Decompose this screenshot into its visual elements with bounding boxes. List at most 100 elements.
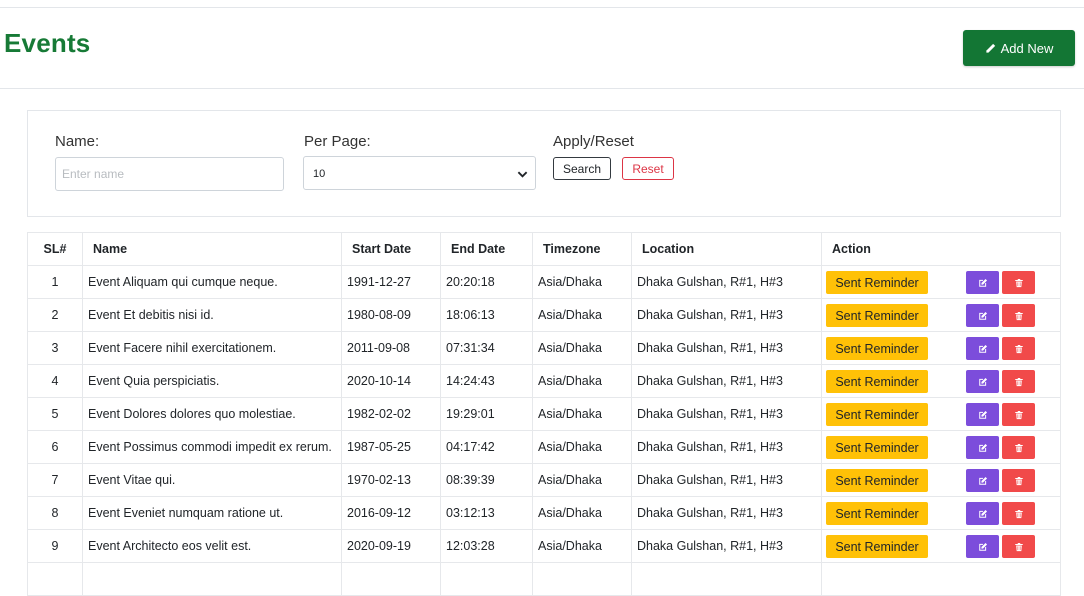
edit-button[interactable] <box>966 436 999 459</box>
cell-start-date: 1982-02-02 <box>341 397 441 431</box>
edit-button[interactable] <box>966 337 999 360</box>
sent-reminder-button[interactable]: Sent Reminder <box>826 436 928 459</box>
per-page-select[interactable]: 10 <box>303 156 536 190</box>
row-actions: Sent Reminder <box>826 366 1056 397</box>
cell-actions: Sent Reminder <box>821 529 1061 563</box>
cell-location: Dhaka Gulshan, R#1, H#3 <box>631 430 822 464</box>
cell-sl: 6 <box>27 430 83 464</box>
cell-name: Event Et debitis nisi id. <box>82 298 342 332</box>
sent-reminder-button[interactable]: Sent Reminder <box>826 403 928 426</box>
delete-button[interactable] <box>1002 370 1035 393</box>
search-button[interactable]: Search <box>553 157 611 180</box>
cell-start-date: 1980-08-09 <box>341 298 441 332</box>
trash-icon <box>1014 542 1023 551</box>
delete-button[interactable] <box>1002 337 1035 360</box>
delete-button[interactable] <box>1002 502 1035 525</box>
table-row: 4 Event Quia perspiciatis. 2020-10-14 14… <box>27 364 1061 398</box>
cell-end-date: 14:24:43 <box>440 364 533 398</box>
apply-reset-label: Apply/Reset <box>553 133 634 150</box>
edit-icon <box>978 344 987 353</box>
reset-button[interactable]: Reset <box>622 157 674 180</box>
sent-reminder-button[interactable]: Sent Reminder <box>826 502 928 525</box>
edit-button[interactable] <box>966 370 999 393</box>
row-actions: Sent Reminder <box>826 300 1056 331</box>
edit-button[interactable] <box>966 403 999 426</box>
cell-actions <box>821 562 1061 596</box>
table-row: 8 Event Eveniet numquam ratione ut. 2016… <box>27 496 1061 530</box>
cell-actions: Sent Reminder <box>821 298 1061 332</box>
trash-icon <box>1014 278 1023 287</box>
page-header: Events Add New <box>0 8 1084 89</box>
edit-icon <box>978 278 987 287</box>
cell-sl: 8 <box>27 496 83 530</box>
sent-reminder-button[interactable]: Sent Reminder <box>826 469 928 492</box>
cell-end-date: 20:20:18 <box>440 265 533 299</box>
trash-icon <box>1014 410 1023 419</box>
cell-location: Dhaka Gulshan, R#1, H#3 <box>631 529 822 563</box>
cell-start-date: 2011-09-08 <box>341 331 441 365</box>
sent-reminder-button[interactable]: Sent Reminder <box>826 271 928 294</box>
cell-sl: 3 <box>27 331 83 365</box>
cell-end-date <box>440 562 533 596</box>
sent-reminder-button[interactable]: Sent Reminder <box>826 535 928 558</box>
events-table: SL# Name Start Date End Date Timezone Lo… <box>27 232 1061 596</box>
sent-reminder-button[interactable]: Sent Reminder <box>826 304 928 327</box>
cell-name: Event Possimus commodi impedit ex rerum. <box>82 430 342 464</box>
cell-end-date: 12:03:28 <box>440 529 533 563</box>
sent-reminder-button[interactable]: Sent Reminder <box>826 370 928 393</box>
edit-button[interactable] <box>966 469 999 492</box>
edit-button[interactable] <box>966 304 999 327</box>
delete-button[interactable] <box>1002 436 1035 459</box>
column-header-timezone[interactable]: Timezone <box>532 232 632 266</box>
cell-name: Event Facere nihil exercitationem. <box>82 331 342 365</box>
edit-button[interactable] <box>966 502 999 525</box>
cell-end-date: 08:39:39 <box>440 463 533 497</box>
column-header-name[interactable]: Name <box>82 232 342 266</box>
per-page-value: 10 <box>313 168 326 180</box>
cell-timezone: Asia/Dhaka <box>532 265 632 299</box>
cell-timezone <box>532 562 632 596</box>
trash-icon <box>1014 443 1023 452</box>
name-search-input[interactable] <box>55 157 284 191</box>
edit-icon <box>978 542 987 551</box>
cell-start-date: 1991-12-27 <box>341 265 441 299</box>
filter-panel: Name: Per Page: 10 Apply/Reset Search Re… <box>27 110 1061 217</box>
edit-button[interactable] <box>966 535 999 558</box>
cell-location: Dhaka Gulshan, R#1, H#3 <box>631 298 822 332</box>
edit-button[interactable] <box>966 271 999 294</box>
cell-start-date <box>341 562 441 596</box>
table-row: 7 Event Vitae qui. 1970-02-13 08:39:39 A… <box>27 463 1061 497</box>
row-actions: Sent Reminder <box>826 267 1056 298</box>
cell-end-date: 18:06:13 <box>440 298 533 332</box>
cell-sl: 4 <box>27 364 83 398</box>
delete-button[interactable] <box>1002 304 1035 327</box>
column-header-sl[interactable]: SL# <box>27 232 83 266</box>
cell-timezone: Asia/Dhaka <box>532 463 632 497</box>
edit-icon <box>978 443 987 452</box>
cell-timezone: Asia/Dhaka <box>532 298 632 332</box>
delete-button[interactable] <box>1002 403 1035 426</box>
edit-icon <box>978 410 987 419</box>
column-header-end-date[interactable]: End Date <box>440 232 533 266</box>
cell-sl: 1 <box>27 265 83 299</box>
cell-actions: Sent Reminder <box>821 331 1061 365</box>
row-actions: Sent Reminder <box>826 432 1056 463</box>
cell-actions: Sent Reminder <box>821 364 1061 398</box>
column-header-location[interactable]: Location <box>631 232 822 266</box>
trash-icon <box>1014 344 1023 353</box>
cell-location: Dhaka Gulshan, R#1, H#3 <box>631 331 822 365</box>
column-header-start-date[interactable]: Start Date <box>341 232 441 266</box>
delete-button[interactable] <box>1002 271 1035 294</box>
row-actions: Sent Reminder <box>826 333 1056 364</box>
cell-timezone: Asia/Dhaka <box>532 430 632 464</box>
table-row: 6 Event Possimus commodi impedit ex reru… <box>27 430 1061 464</box>
delete-button[interactable] <box>1002 535 1035 558</box>
cell-timezone: Asia/Dhaka <box>532 397 632 431</box>
table-header-row: SL# Name Start Date End Date Timezone Lo… <box>27 232 1061 266</box>
add-new-button[interactable]: Add New <box>963 30 1075 66</box>
delete-button[interactable] <box>1002 469 1035 492</box>
cell-actions: Sent Reminder <box>821 496 1061 530</box>
table-row: 1 Event Aliquam qui cumque neque. 1991-1… <box>27 265 1061 299</box>
cell-name: Event Eveniet numquam ratione ut. <box>82 496 342 530</box>
sent-reminder-button[interactable]: Sent Reminder <box>826 337 928 360</box>
